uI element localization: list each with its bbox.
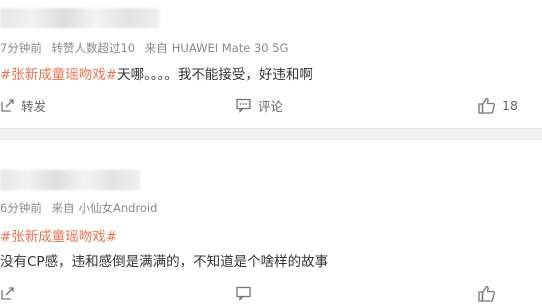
- like-button[interactable]: [478, 282, 496, 304]
- comment-topic-line: #张新成童瑶吻戏#: [0, 225, 117, 245]
- comment-text: 没有CP感，违和感倒是满满的，不知道是个啥样的故事: [0, 250, 328, 270]
- like-count: 18: [502, 97, 518, 113]
- comment-icon: [236, 286, 252, 301]
- blurred-username: [0, 8, 160, 28]
- comment-meta: 6分钟前 来自 小仙女Android: [0, 200, 163, 216]
- comment-card: 6分钟前 来自 小仙女Android #张新成童瑶吻戏# 没有CP感，违和感倒是满…: [0, 140, 542, 302]
- thumbs-up-icon: [478, 97, 496, 114]
- source-label: 来自: [51, 201, 75, 215]
- blurred-username: [0, 170, 140, 190]
- comment-text: #张新成童瑶吻戏#天哪。。。。我不能接受，好违和啊: [0, 63, 313, 83]
- comment-feed: 7分钟前 转赞人数超过10 来自 HUAWEI Mate 30 5G #张新成童瑶…: [0, 0, 542, 302]
- comment-button[interactable]: 评论: [236, 94, 283, 116]
- comment-time: 6分钟前: [0, 201, 42, 215]
- forward-icon: [0, 286, 15, 301]
- forward-label: 转发: [21, 98, 47, 114]
- comment-label: 评论: [258, 98, 284, 114]
- forward-button[interactable]: [0, 282, 15, 304]
- likes-note: 转赞人数超过10: [51, 41, 136, 55]
- comment-body: 没有CP感，违和感倒是满满的，不知道是个啥样的故事: [0, 254, 329, 270]
- source-device[interactable]: HUAWEI Mate 30 5G: [172, 41, 289, 55]
- action-bar: 转发 评论 18: [0, 94, 542, 116]
- forward-button[interactable]: 转发: [0, 94, 46, 116]
- hashtag-link[interactable]: #张新成童瑶吻戏#: [0, 229, 117, 245]
- comment-meta: 7分钟前 转赞人数超过10 来自 HUAWEI Mate 30 5G: [0, 40, 295, 56]
- forward-icon: [0, 98, 15, 113]
- thumbs-up-icon: [478, 285, 496, 302]
- comment-card: 7分钟前 转赞人数超过10 来自 HUAWEI Mate 30 5G #张新成童瑶…: [0, 0, 542, 140]
- like-button[interactable]: 18: [478, 94, 518, 116]
- comment-button[interactable]: [236, 282, 252, 304]
- comment-time: 7分钟前: [0, 41, 42, 55]
- action-bar: [0, 282, 542, 304]
- comment-icon: [236, 98, 252, 113]
- source-device[interactable]: 小仙女Android: [78, 201, 157, 215]
- hashtag-link[interactable]: #张新成童瑶吻戏#: [0, 67, 117, 83]
- source-label: 来自: [144, 41, 168, 55]
- comment-divider: [0, 128, 542, 140]
- comment-body: 天哪。。。。我不能接受，好违和啊: [117, 67, 313, 83]
